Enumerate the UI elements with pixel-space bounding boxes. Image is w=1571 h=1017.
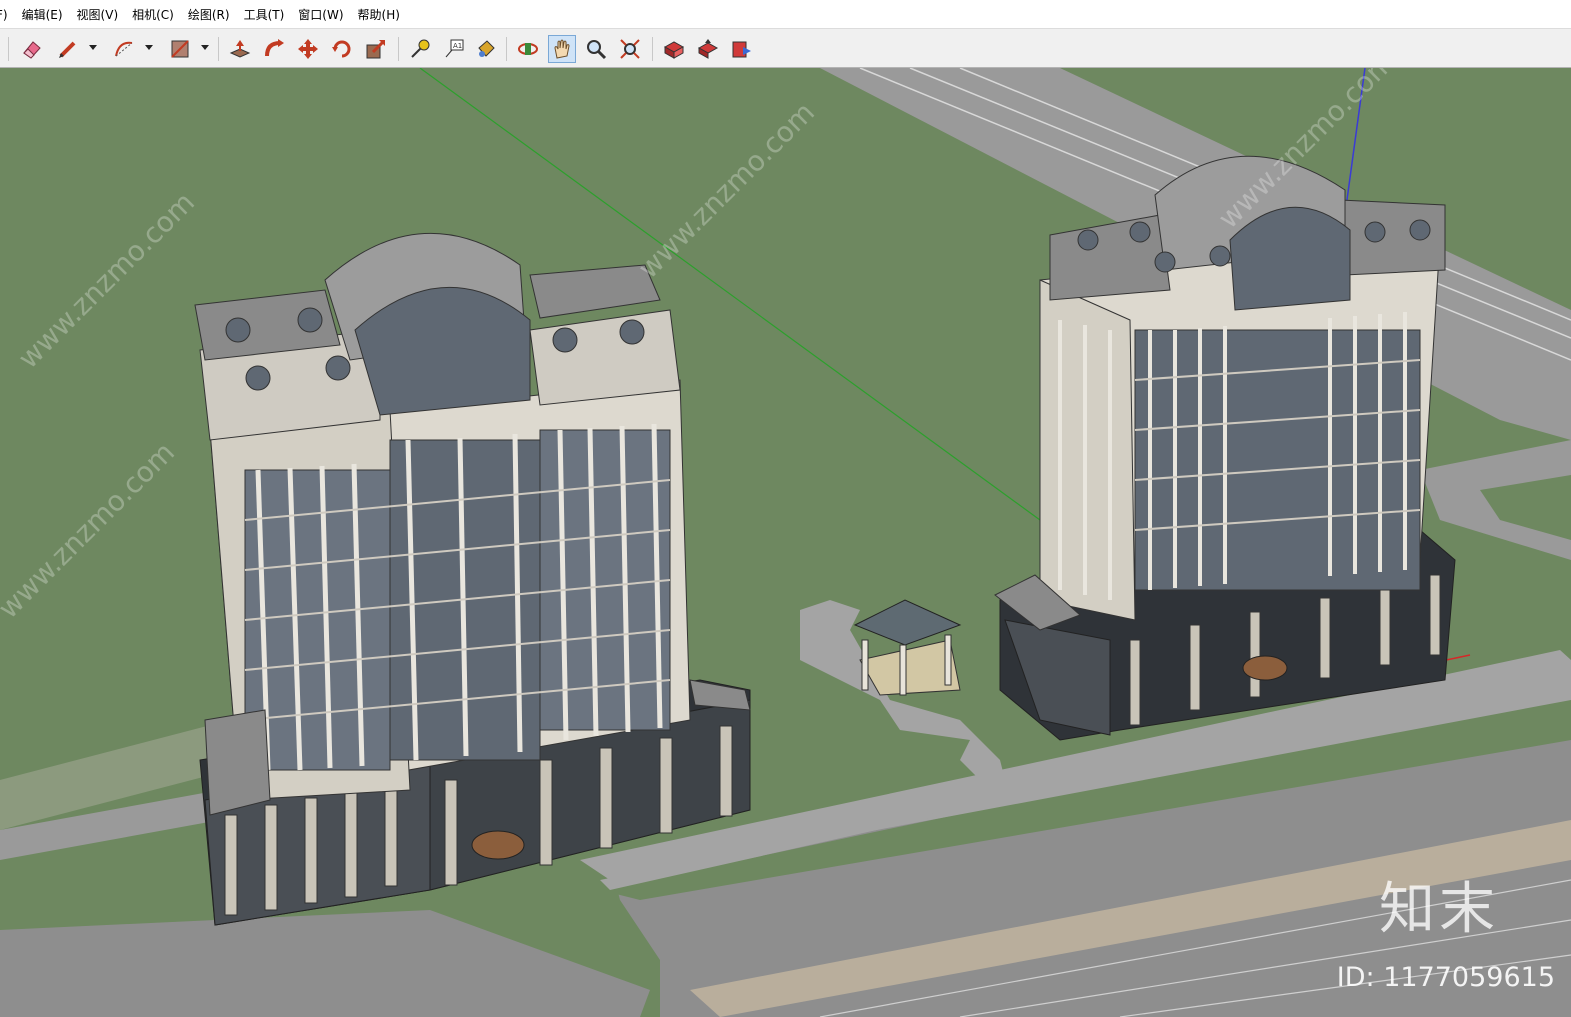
menu-camera[interactable]: 相机(C): [125, 0, 181, 28]
zoom-icon[interactable]: [582, 35, 610, 63]
menu-file[interactable]: F): [0, 0, 15, 28]
menu-bar: F) 编辑(E) 视图(V) 相机(C) 绘图(R) 工具(T) 窗口(W) 帮…: [0, 0, 1571, 28]
text-icon[interactable]: A1: [440, 35, 468, 63]
model-viewport[interactable]: www.znzmo.com www.znzmo.com www.znzmo.co…: [0, 68, 1571, 1017]
arc-icon[interactable]: [110, 35, 138, 63]
rectangle-icon[interactable]: [166, 35, 194, 63]
rotate-icon[interactable]: [328, 35, 356, 63]
paint-bucket-icon[interactable]: [472, 35, 500, 63]
toolbar-separator: [506, 37, 507, 61]
menu-edit[interactable]: 编辑(E): [15, 0, 70, 28]
main-toolbar: A1: [0, 28, 1571, 68]
pencil-dropdown-arrow[interactable]: [89, 45, 97, 50]
toolbar-separator: [398, 37, 399, 61]
image-id-label: ID: 1177059615: [1336, 962, 1555, 993]
pencil-icon[interactable]: [54, 35, 82, 63]
zoom-extents-icon[interactable]: [616, 35, 644, 63]
follow-me-icon[interactable]: [260, 35, 288, 63]
pan-icon[interactable]: [548, 35, 576, 63]
extension-icon[interactable]: [728, 35, 756, 63]
menu-tools[interactable]: 工具(T): [237, 0, 292, 28]
share-model-icon[interactable]: [694, 35, 722, 63]
toolbar-separator: [218, 37, 219, 61]
tower-left: [194, 232, 751, 926]
warehouse-icon[interactable]: [660, 35, 688, 63]
scene-drawing: www.znzmo.com www.znzmo.com www.znzmo.co…: [0, 68, 1571, 1017]
menu-window[interactable]: 窗口(W): [291, 0, 350, 28]
move-icon[interactable]: [294, 35, 322, 63]
menu-help[interactable]: 帮助(H): [351, 0, 407, 28]
toolbar-separator: [652, 37, 653, 61]
brand-logo: 知末: [1379, 877, 1499, 942]
orbit-icon[interactable]: [514, 35, 542, 63]
toolbar-separator: [8, 37, 9, 61]
eraser-icon[interactable]: [18, 35, 46, 63]
menu-draw[interactable]: 绘图(R): [181, 0, 237, 28]
push-pull-icon[interactable]: [226, 35, 254, 63]
menu-view[interactable]: 视图(V): [70, 0, 126, 28]
arc-dropdown-arrow[interactable]: [145, 45, 153, 50]
tape-measure-icon[interactable]: [406, 35, 434, 63]
svg-text:A1: A1: [453, 42, 462, 50]
scale-icon[interactable]: [362, 35, 390, 63]
tower-right: [994, 155, 1456, 741]
rectangle-dropdown-arrow[interactable]: [201, 45, 209, 50]
